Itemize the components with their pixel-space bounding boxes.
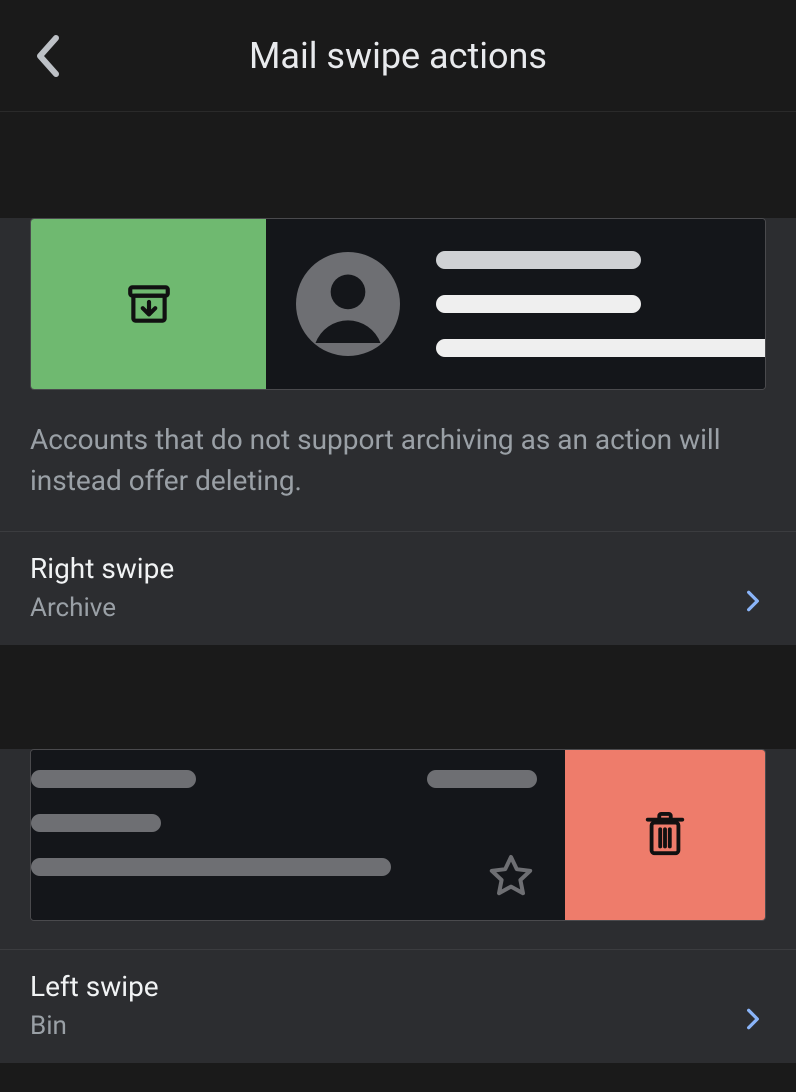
skeleton-line xyxy=(436,339,765,357)
trash-icon xyxy=(642,810,688,860)
left-swipe-option[interactable]: Left swipe Bin xyxy=(0,950,796,1063)
chevron-right-icon xyxy=(740,588,766,614)
option-label: Left swipe xyxy=(30,970,159,1003)
left-swipe-preview xyxy=(30,749,766,921)
avatar-icon xyxy=(296,252,400,356)
star-outline-icon xyxy=(487,852,535,900)
option-value: Archive xyxy=(30,593,174,623)
right-swipe-option[interactable]: Right swipe Archive xyxy=(0,532,796,645)
right-swipe-description: Accounts that do not support archiving a… xyxy=(0,390,796,532)
delete-action-panel xyxy=(565,750,765,920)
skeleton-line xyxy=(436,295,641,313)
mail-item-skeleton xyxy=(31,750,565,920)
chevron-right-icon xyxy=(740,1006,766,1032)
option-label: Right swipe xyxy=(30,552,174,585)
skeleton-line xyxy=(31,814,161,832)
section-spacer xyxy=(0,112,796,188)
archive-action-panel xyxy=(31,219,266,389)
skeleton-line xyxy=(436,251,641,269)
right-swipe-preview xyxy=(30,218,766,390)
skeleton-line xyxy=(427,770,537,788)
skeleton-line xyxy=(31,770,196,788)
skeleton-lines xyxy=(436,251,765,357)
option-value: Bin xyxy=(30,1011,159,1041)
archive-icon xyxy=(124,279,174,329)
header-bar: Mail swipe actions xyxy=(0,0,796,112)
right-swipe-section: Accounts that do not support archiving a… xyxy=(0,218,796,645)
left-swipe-section: Left swipe Bin xyxy=(0,749,796,1063)
mail-item-skeleton xyxy=(266,219,765,389)
skeleton-line xyxy=(31,858,391,876)
section-spacer xyxy=(0,645,796,719)
page-title: Mail swipe actions xyxy=(24,35,772,77)
